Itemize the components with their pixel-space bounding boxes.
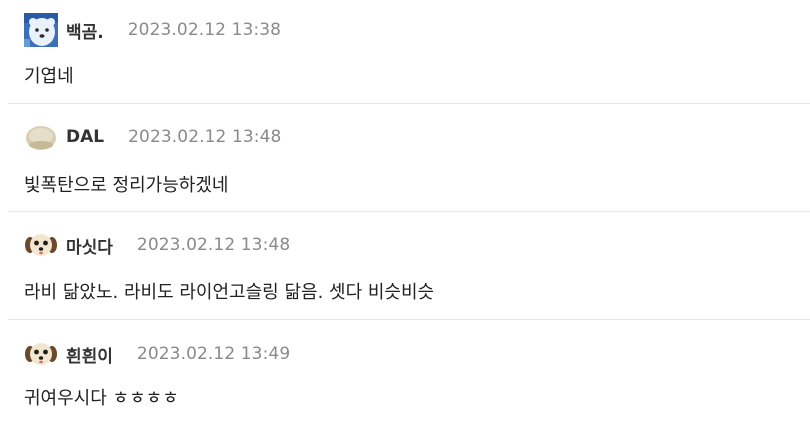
comment-text: 기엽네 <box>24 66 74 87</box>
puppy-face-avatar-icon[interactable] <box>24 228 58 262</box>
beige-blob-avatar-icon[interactable] <box>24 120 58 154</box>
comment-list: 백곰. 2023.02.12 13:38 기엽네 DAL 2023.02.12 … <box>0 0 810 424</box>
polar-bear-avatar-icon[interactable] <box>24 13 58 47</box>
comment-header: 마싯다 2023.02.12 13:48 <box>24 227 290 263</box>
comment-timestamp: 2023.02.12 13:38 <box>127 20 282 40</box>
comment-text: 빛폭탄으로 정리가능하겠네 <box>24 175 229 196</box>
comment-item: 마싯다 2023.02.12 13:48 라비 닮았노. 라비도 라이언고슬링 … <box>8 212 810 320</box>
comment-header: 흰흰이 2023.02.12 13:49 <box>24 336 290 372</box>
comment-item: DAL 2023.02.12 13:48 빛폭탄으로 정리가능하겠네 <box>8 104 810 212</box>
comment-username[interactable]: 백곰. <box>66 18 104 43</box>
comment-text: 라비 닮았노. 라비도 라이언고슬링 닮음. 셋다 비슷비슷 <box>24 282 435 303</box>
comment-text: 귀여우시다 ㅎㅎㅎㅎ <box>24 388 179 409</box>
comment-timestamp: 2023.02.12 13:48 <box>136 235 291 255</box>
comment-username[interactable]: 마싯다 <box>66 233 113 258</box>
comment-header: DAL 2023.02.12 13:48 <box>24 119 281 155</box>
comment-username[interactable]: DAL <box>66 127 104 147</box>
comment-timestamp: 2023.02.12 13:48 <box>128 127 282 147</box>
comment-item: 백곰. 2023.02.12 13:38 기엽네 <box>8 0 810 104</box>
comment-item: 흰흰이 2023.02.12 13:49 귀여우시다 ㅎㅎㅎㅎ <box>8 320 810 424</box>
comment-username[interactable]: 흰흰이 <box>66 342 113 367</box>
comment-timestamp: 2023.02.12 13:49 <box>136 344 291 364</box>
puppy-face-avatar-icon[interactable] <box>24 337 58 371</box>
comment-header: 백곰. 2023.02.12 13:38 <box>24 12 281 48</box>
